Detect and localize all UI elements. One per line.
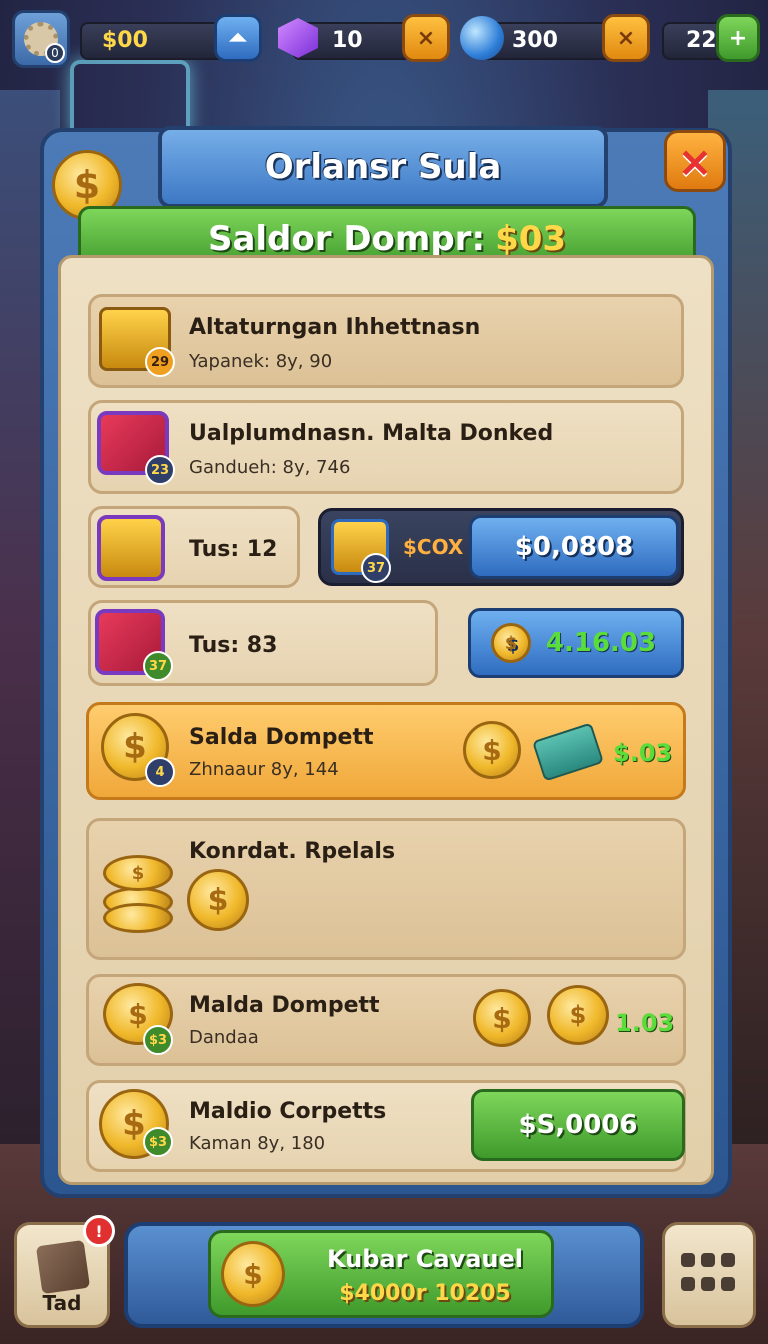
list-item[interactable]: $ $3 Maldio Corpetts Kaman 8y, 180 $S,00…	[86, 1080, 686, 1172]
coin-stack-icon: $	[103, 855, 173, 891]
level-value: 22	[686, 28, 717, 53]
plus-button[interactable]: +	[716, 14, 760, 62]
dialog-title-banner: Orlansr Sula	[158, 126, 608, 208]
coin-stack-icon: $	[221, 1241, 285, 1307]
inventory-button[interactable]: Tad !	[14, 1215, 115, 1328]
item-badge: $3	[143, 1127, 173, 1157]
item-subtitle: Kaman 8y, 180	[189, 1133, 326, 1154]
grid-dot-icon	[681, 1253, 695, 1267]
list-item[interactable]: Konrdat. Rpelals $ $	[86, 818, 686, 960]
list-item[interactable]: Tus: 12	[88, 506, 300, 588]
add-orbs-button[interactable]: ×	[602, 14, 650, 62]
collect-title: Kubar Cavauel	[326, 1245, 524, 1273]
notification-badge: !	[83, 1215, 115, 1247]
collect-button[interactable]: $ Kubar Cavauel $4000r 10205	[208, 1230, 554, 1318]
coins-value: $00	[102, 28, 148, 53]
item-value: $.03	[613, 739, 673, 767]
list-item[interactable]: 23 Ualplumdnasn. Malta Donked Gandueh: 8…	[88, 400, 684, 494]
item-title: Konrdat. Rpelals	[189, 839, 396, 864]
balance-label: Saldor Dompr:	[207, 219, 486, 259]
item-badge: $3	[143, 1025, 173, 1055]
item-title: Tus: 83	[189, 633, 278, 658]
grid-dot-icon	[701, 1277, 715, 1291]
buy-button[interactable]: $S,0006	[471, 1089, 685, 1161]
item-value: 1.03	[615, 1009, 675, 1037]
menu-button[interactable]	[662, 1222, 756, 1328]
item-subtitle: Dandaa	[189, 1027, 259, 1048]
item-badge: 23	[145, 455, 175, 485]
offer-badge: 37	[361, 553, 391, 583]
gear-icon: 0	[24, 22, 65, 63]
item-subtitle: Gandueh: 8y, 746	[189, 457, 351, 478]
balance-value: $03	[495, 219, 567, 259]
collect-value: $4000r 10205	[339, 1281, 511, 1306]
coin-icon: $	[473, 989, 531, 1047]
gems-value: 10	[332, 28, 363, 53]
coin-icon: $	[491, 623, 531, 663]
add-coins-button[interactable]: ⏶	[214, 14, 262, 62]
list-item[interactable]: 29 Altaturngan Ihhettnasn Yapanek: 8y, 9…	[88, 294, 684, 388]
grid-dot-icon	[701, 1253, 715, 1267]
top-hud: 0 $00 ⏶ 10 × 300 × 22 +	[10, 8, 760, 70]
wallet-icon	[532, 722, 604, 782]
chest-icon	[97, 515, 165, 581]
item-title: Altaturngan Ihhettnasn	[189, 315, 481, 340]
gem-icon	[274, 14, 322, 62]
coin-stack-icon	[103, 903, 173, 933]
item-title: Salda Dompett	[189, 725, 374, 750]
item-badge: 4	[145, 757, 175, 787]
coin-stack-icon: $	[547, 985, 609, 1045]
orbs-value: 300	[512, 28, 558, 53]
person-icon: ⏶	[229, 25, 247, 51]
avatar-badge: 0	[45, 43, 65, 63]
box-icon	[35, 1239, 91, 1295]
item-badge: 29	[145, 347, 175, 377]
item-title: Maldio Corpetts	[189, 1099, 387, 1124]
buy-button[interactable]: $ 4.16.03	[468, 608, 684, 678]
item-title: Tus: 12	[189, 537, 278, 562]
add-gems-button[interactable]: ×	[402, 14, 450, 62]
bottom-bar: Tad ! $ Kubar Cavauel $4000r 10205	[0, 1200, 768, 1344]
coin-icon: $	[187, 869, 249, 931]
offer-bar: 37 $COX $0,0808	[318, 508, 684, 586]
item-title: Malda Dompett	[189, 993, 380, 1018]
offer-label: $COX	[403, 535, 464, 559]
list-item[interactable]: $ $3 Malda Dompett Dandaa $ $ 1.03	[86, 974, 686, 1066]
buy-button[interactable]: $0,0808	[469, 515, 679, 579]
list-item[interactable]: 37 Tus: 83	[88, 600, 438, 686]
coin-icon: $	[463, 721, 521, 779]
item-title: Ualplumdnasn. Malta Donked	[189, 421, 554, 446]
item-subtitle: Yapanek: 8y, 90	[189, 351, 333, 372]
dialog-title: Orlansr Sula	[264, 147, 502, 187]
buy-button-value: 4.16.03	[545, 628, 657, 658]
grid-dot-icon	[721, 1277, 735, 1291]
inventory-label: Tad	[42, 1291, 82, 1315]
item-subtitle: Zhnaaur 8y, 144	[189, 759, 339, 780]
profile-button[interactable]: 0	[12, 10, 70, 68]
grid-dot-icon	[681, 1277, 695, 1291]
item-badge: 37	[143, 651, 173, 681]
list-item-highlighted[interactable]: $ 4 Salda Dompett Zhnaaur 8y, 144 $ $.03	[86, 702, 686, 800]
orb-icon	[458, 14, 506, 62]
close-button[interactable]: ×	[664, 130, 726, 192]
grid-dot-icon	[721, 1253, 735, 1267]
